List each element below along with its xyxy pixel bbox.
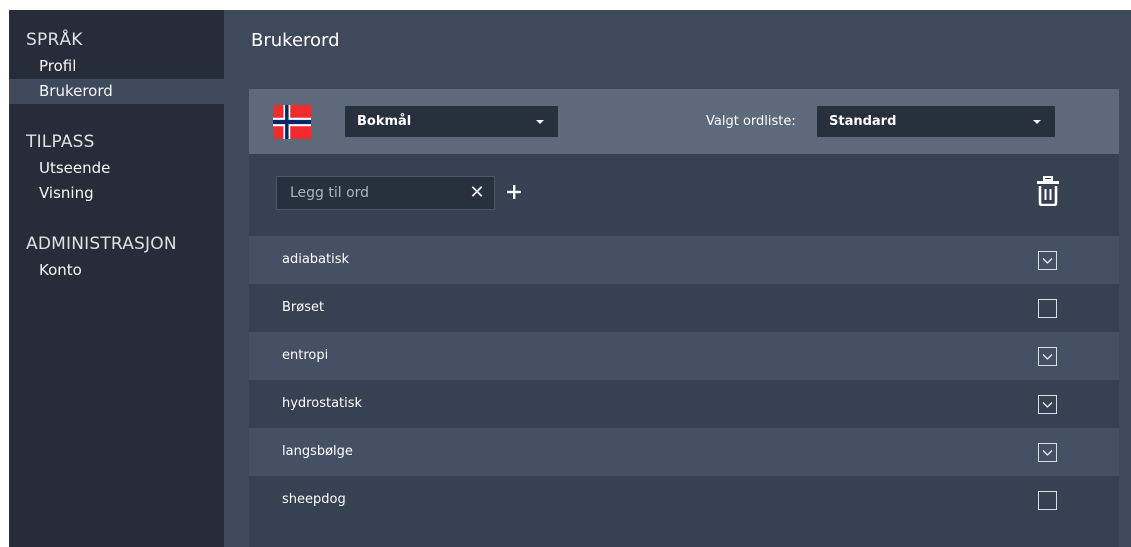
word-checkbox[interactable]	[1038, 491, 1057, 510]
list-item: langsbølge	[249, 428, 1119, 476]
sidebar-item-konto[interactable]: Konto	[9, 258, 224, 283]
language-dropdown-value: Bokmål	[357, 114, 412, 129]
sidebar-item-utseende[interactable]: Utseende	[9, 156, 224, 181]
close-icon[interactable]: ✕	[467, 182, 487, 204]
plus-icon	[507, 185, 521, 199]
list-item: hydrostatisk	[249, 380, 1119, 428]
sidebar-heading-tilpass: TILPASS	[26, 132, 95, 152]
sidebar-heading-sprak: SPRÅK	[26, 30, 83, 50]
language-toolbar: Bokmål Valgt ordliste: Standard	[249, 89, 1119, 154]
word-text: Brøset	[282, 300, 325, 315]
language-dropdown[interactable]: Bokmål	[345, 106, 558, 137]
sidebar-item-visning[interactable]: Visning	[9, 181, 224, 206]
word-checkbox[interactable]	[1038, 299, 1057, 318]
check-icon	[1042, 450, 1053, 456]
caret-down-icon	[536, 120, 544, 124]
list-item: Brøset	[249, 284, 1119, 332]
page-title: Brukerord	[251, 30, 340, 51]
add-word-input[interactable]: Legg til ord	[276, 176, 495, 210]
list-item: sheepdog	[249, 476, 1119, 524]
wordlist-dropdown-value: Standard	[829, 114, 897, 129]
norway-flag-icon	[273, 105, 311, 139]
check-icon	[1042, 258, 1053, 264]
word-checkbox[interactable]	[1038, 395, 1057, 414]
sidebar-item-brukerord[interactable]: Brukerord	[9, 79, 224, 104]
trash-icon[interactable]	[1036, 176, 1060, 206]
add-word-button[interactable]	[503, 179, 525, 205]
list-item: entropi	[249, 332, 1119, 380]
word-text: adiabatisk	[282, 252, 350, 267]
sidebar-item-profil[interactable]: Profil	[9, 54, 224, 79]
word-list: adiabatisk Brøset entropi hydrostatisk l…	[249, 236, 1119, 524]
caret-down-icon	[1033, 120, 1041, 124]
word-checkbox[interactable]	[1038, 347, 1057, 366]
wordlist-label: Valgt ordliste:	[706, 114, 796, 129]
check-icon	[1042, 354, 1053, 360]
word-text: sheepdog	[282, 492, 346, 507]
sidebar: SPRÅK Profil Brukerord TILPASS Utseende …	[9, 10, 224, 547]
user-words-panel: Bokmål Valgt ordliste: Standard Legg til…	[249, 89, 1119, 547]
word-checkbox[interactable]	[1038, 251, 1057, 270]
word-text: langsbølge	[282, 444, 353, 459]
add-word-row: Legg til ord ✕	[249, 154, 1119, 236]
main-content: Brukerord Bokmål Valgt ordliste: Standar…	[224, 10, 1131, 547]
list-item: adiabatisk	[249, 236, 1119, 284]
app-window: SPRÅK Profil Brukerord TILPASS Utseende …	[9, 10, 1131, 547]
wordlist-dropdown[interactable]: Standard	[817, 106, 1055, 137]
check-icon	[1042, 402, 1053, 408]
sidebar-heading-administrasjon: ADMINISTRASJON	[26, 234, 177, 254]
word-text: entropi	[282, 348, 329, 363]
word-text: hydrostatisk	[282, 396, 363, 411]
word-checkbox[interactable]	[1038, 443, 1057, 462]
